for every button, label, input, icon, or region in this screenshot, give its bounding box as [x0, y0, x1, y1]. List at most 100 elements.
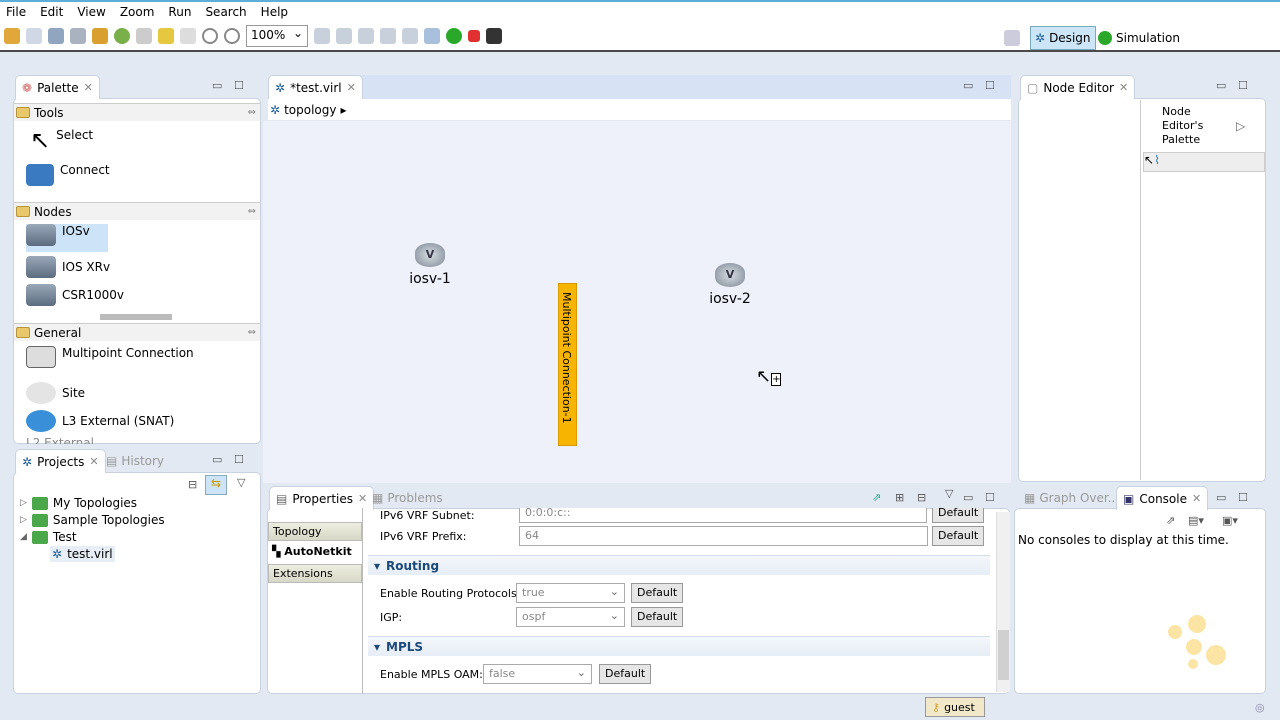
maximize-icon[interactable]: ☐: [234, 79, 244, 92]
minimize-icon[interactable]: ▭: [1216, 79, 1226, 92]
graph-overview-tab[interactable]: ▦ Graph Over...: [1024, 491, 1119, 505]
simulation-manager-icon[interactable]: [486, 28, 502, 44]
side-tab-autonetkit[interactable]: ▚ AutoNetkit: [268, 543, 362, 562]
zoom-level-select[interactable]: 100%: [246, 25, 308, 47]
export-icon[interactable]: [92, 28, 108, 44]
scrollbar-thumb[interactable]: [998, 630, 1009, 680]
tools-drawer[interactable]: Tools ⇔: [14, 103, 260, 121]
graph-icon[interactable]: [380, 28, 396, 44]
ipv6-subnet-field[interactable]: 0:0:0:c::: [519, 508, 927, 523]
new-project-icon[interactable]: [4, 28, 20, 44]
zoom-in-icon[interactable]: [202, 28, 218, 44]
menu-edit[interactable]: Edit: [40, 5, 63, 19]
view-menu-icon[interactable]: ▽: [945, 487, 953, 500]
close-icon[interactable]: ✕: [1192, 492, 1201, 505]
design-perspective-button[interactable]: ✲ Design: [1030, 26, 1096, 50]
redo-arrow-icon[interactable]: [180, 28, 196, 44]
menu-help[interactable]: Help: [261, 5, 288, 19]
general-drawer[interactable]: General ⇔: [14, 323, 260, 341]
close-icon[interactable]: ✕: [358, 492, 367, 505]
align-icon[interactable]: [358, 28, 374, 44]
tree-item-test-virl[interactable]: ✲ test.virl: [50, 546, 115, 562]
menu-view[interactable]: View: [77, 5, 105, 19]
palette-tab[interactable]: ❁ Palette ✕: [15, 75, 100, 99]
status-icon[interactable]: ◎: [1255, 701, 1265, 714]
collapse-icon[interactable]: ⇔: [248, 327, 256, 338]
pointer-icon[interactable]: ↖: [1144, 153, 1154, 167]
open-perspective-button[interactable]: [1000, 26, 1024, 50]
undo-icon[interactable]: [114, 28, 130, 44]
maximize-icon[interactable]: ☐: [985, 491, 995, 504]
chevron-right-icon[interactable]: ▷: [1236, 119, 1245, 133]
pin-console-icon[interactable]: ⇗: [1166, 514, 1175, 527]
run-icon[interactable]: [446, 28, 462, 44]
default-button[interactable]: Default: [631, 607, 684, 627]
multipoint-connection-1[interactable]: Multipoint Connection-1: [558, 283, 577, 446]
close-icon[interactable]: ✕: [89, 455, 98, 468]
connect-icon[interactable]: [424, 28, 440, 44]
view-menu-icon[interactable]: ▽: [237, 476, 245, 489]
palette-item-multipoint[interactable]: Multipoint Connection: [26, 346, 194, 368]
cable-icon[interactable]: ⌇: [1154, 153, 1160, 167]
palette-item-site[interactable]: Site: [26, 382, 85, 404]
minimize-icon[interactable]: ▭: [1216, 491, 1226, 504]
tree-item-test[interactable]: ◢ Test: [20, 530, 77, 544]
default-button[interactable]: Default: [631, 583, 684, 603]
arrange-icon[interactable]: [336, 28, 352, 44]
layout-icon[interactable]: [314, 28, 330, 44]
print-icon[interactable]: [70, 28, 86, 44]
pin-icon[interactable]: ⇗: [872, 491, 881, 504]
new-file-icon[interactable]: [26, 28, 42, 44]
routing-section-header[interactable]: ▾ Routing: [368, 555, 990, 575]
expand-icon[interactable]: ▷: [20, 515, 27, 525]
default-button[interactable]: Default: [932, 508, 985, 523]
collapse-icon[interactable]: ⇔: [248, 107, 256, 118]
menu-search[interactable]: Search: [205, 5, 246, 19]
zoom-out-icon[interactable]: [224, 28, 240, 44]
undo-arrow-icon[interactable]: [158, 28, 174, 44]
expand-all-icon[interactable]: ⊞: [895, 491, 904, 504]
properties-scrollbar[interactable]: [996, 512, 1010, 692]
default-button[interactable]: Default: [599, 664, 652, 684]
nodes-drawer[interactable]: Nodes ⇔: [14, 202, 260, 220]
ipv6-prefix-field[interactable]: 64: [519, 526, 928, 546]
minimize-icon[interactable]: ▭: [963, 491, 973, 504]
minimize-icon[interactable]: ▭: [212, 79, 222, 92]
collapse-icon[interactable]: ◢: [20, 532, 27, 542]
editor-tab-test-virl[interactable]: ✲ *test.virl ✕: [268, 75, 363, 99]
maximize-icon[interactable]: ☐: [1238, 79, 1248, 92]
close-icon[interactable]: ✕: [347, 81, 356, 94]
maximize-icon[interactable]: ☐: [234, 453, 244, 466]
default-button[interactable]: Default: [932, 526, 985, 546]
node-iosv-2[interactable]: Viosv-2: [705, 263, 755, 307]
history-tab[interactable]: ▤ History: [106, 454, 164, 468]
maximize-icon[interactable]: ☐: [985, 79, 995, 92]
properties-tab[interactable]: ▤ Properties ✕: [269, 486, 375, 510]
nodes-scrollbar[interactable]: [100, 314, 172, 320]
console-tab[interactable]: ▣ Console ✕: [1116, 486, 1209, 510]
palette-item-l3-external[interactable]: L3 External (SNAT): [26, 410, 174, 432]
mpls-oam-select[interactable]: false: [483, 664, 592, 684]
expand-icon[interactable]: ▷: [20, 498, 27, 508]
collapse-all-icon[interactable]: ⊟: [188, 478, 197, 491]
mpls-section-header[interactable]: ▾ MPLS: [368, 636, 990, 656]
maximize-icon[interactable]: ☐: [1238, 491, 1248, 504]
display-console-icon[interactable]: ▤▾: [1188, 514, 1204, 527]
user-button[interactable]: ⚷ guest: [925, 697, 985, 717]
palette-item-ios-xrv[interactable]: IOS XRv: [26, 256, 110, 278]
palette-item-csr1000v[interactable]: CSR1000v: [26, 284, 124, 306]
problems-tab[interactable]: ▦ Problems: [372, 491, 443, 505]
collapse-icon[interactable]: ⇔: [248, 206, 256, 217]
delete-icon[interactable]: [136, 28, 152, 44]
topology-canvas[interactable]: [263, 121, 1011, 483]
igp-select[interactable]: ospf: [516, 607, 625, 627]
link-with-editor-icon[interactable]: ⇆: [205, 475, 227, 495]
close-icon[interactable]: ✕: [84, 81, 93, 94]
chevron-right-icon[interactable]: ▸: [340, 103, 346, 117]
palette-item-iosv[interactable]: IOSv: [26, 224, 108, 252]
menu-zoom[interactable]: Zoom: [120, 5, 155, 19]
node-iosv-1[interactable]: Viosv-1: [405, 243, 455, 287]
open-console-icon[interactable]: ▣▾: [1222, 514, 1238, 527]
tree-item-sample-topologies[interactable]: ▷ Sample Topologies: [20, 513, 165, 527]
menu-file[interactable]: File: [6, 5, 26, 19]
